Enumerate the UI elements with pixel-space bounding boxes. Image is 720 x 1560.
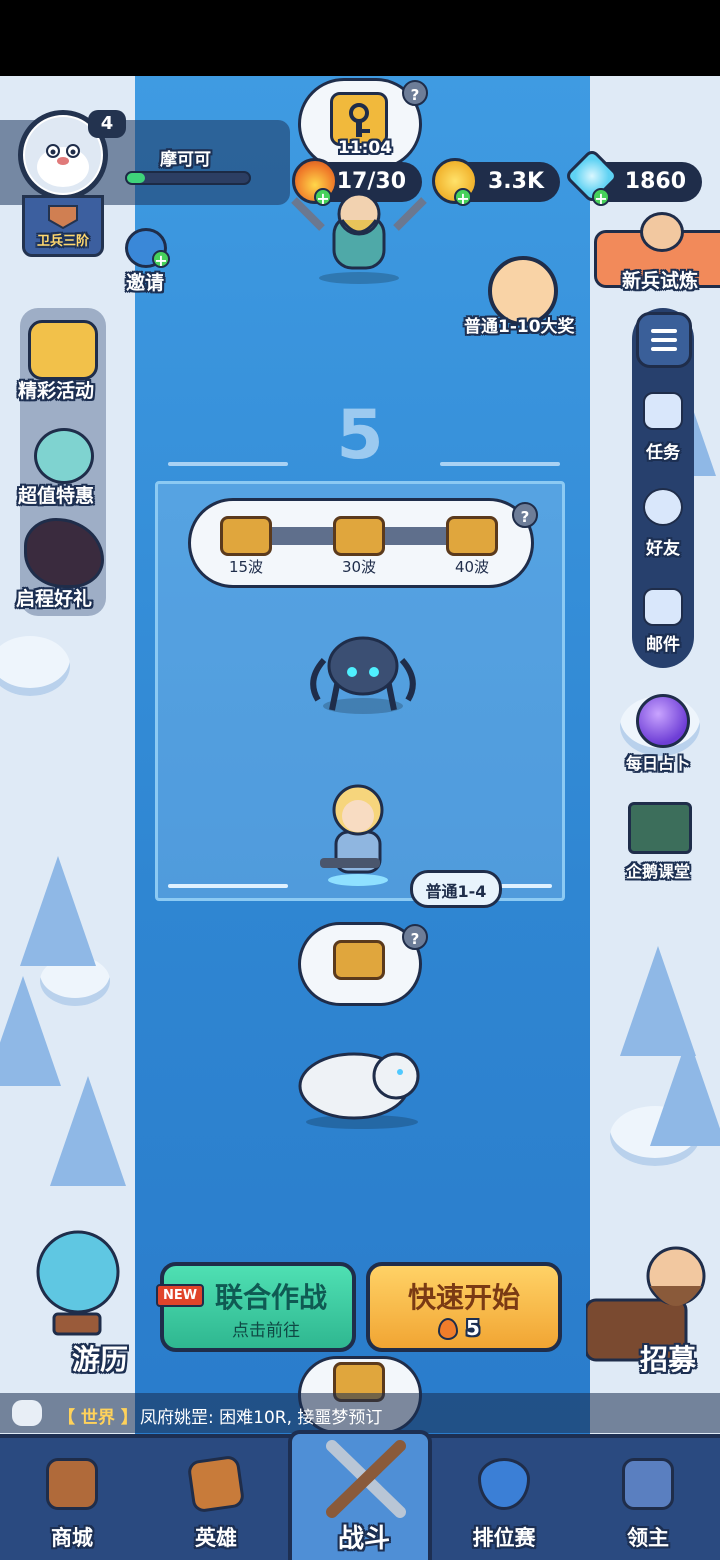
- chat-channel: 【 世界 】: [58, 1408, 138, 1428]
- stage-number: 5: [336, 396, 384, 475]
- spider-boss-sprite: [304, 620, 422, 718]
- nav-ranked-label: 排位赛: [472, 1526, 536, 1550]
- status-bar: [0, 0, 720, 76]
- deal-clock-icon[interactable]: [34, 428, 94, 484]
- grand-prize-label[interactable]: 普通1-10大奖: [464, 312, 575, 337]
- shop-stall-icon: [46, 1458, 98, 1510]
- nav-lord-label: 领主: [627, 1526, 669, 1550]
- wave-label: 15波: [228, 558, 264, 576]
- rank-label: 卫兵三阶: [36, 234, 89, 249]
- stage-tag-label: 普通1-4: [425, 882, 487, 901]
- quest-clipboard-icon[interactable]: [643, 392, 683, 430]
- event-chest-icon[interactable]: [28, 320, 98, 380]
- gold-plus-button[interactable]: +: [454, 188, 472, 207]
- daily-fortune-label[interactable]: 每日占卜: [626, 750, 690, 774]
- nav-battle[interactable]: 战斗: [288, 1430, 432, 1560]
- polar-bear-sprite: [292, 1030, 432, 1130]
- chat-bubble-icon[interactable]: [12, 1400, 42, 1426]
- travel-label[interactable]: 游历: [72, 1338, 128, 1378]
- key-timer: 11:04: [337, 138, 393, 158]
- pine-tree: [50, 1076, 126, 1186]
- right-menu-friends-label[interactable]: 好友: [632, 534, 694, 559]
- trial-warrior-icon: [640, 212, 684, 252]
- panel-divider-line: [500, 884, 552, 888]
- nav-lord[interactable]: 领主: [576, 1434, 720, 1560]
- wave-help-icon[interactable]: ?: [512, 502, 538, 528]
- gem-plus-button[interactable]: +: [592, 188, 610, 207]
- crystal-ball-icon[interactable]: [636, 694, 690, 748]
- hot-air-balloon-icon[interactable]: [20, 1228, 124, 1340]
- wave-chest-icon[interactable]: [220, 516, 272, 556]
- friends-icon[interactable]: [643, 488, 683, 526]
- nav-heroes-label: 英雄: [195, 1526, 237, 1550]
- coop-button-title: 联合作战: [214, 1281, 327, 1314]
- nav-battle-label: 战斗: [337, 1524, 390, 1554]
- next-help-icon[interactable]: ?: [402, 924, 428, 950]
- left-menu-events-label[interactable]: 精彩活动: [18, 376, 94, 403]
- viking-hero-sprite: [284, 186, 434, 284]
- coop-button-subtitle: 点击前往: [232, 1321, 300, 1341]
- wave-label: 30波: [341, 558, 377, 576]
- player-level-badge: 4: [88, 110, 126, 138]
- pine-tree: [650, 1036, 720, 1146]
- stage-divider-line: [440, 462, 560, 466]
- hamburger-menu-icon[interactable]: [636, 312, 692, 368]
- trial-label: 新兵试炼: [622, 270, 699, 292]
- next-chest-icon[interactable]: [333, 940, 385, 980]
- pine-tree: [20, 856, 96, 966]
- nav-heroes[interactable]: 英雄: [144, 1434, 288, 1560]
- quick-cost-flame-icon: [438, 1318, 458, 1340]
- gold-value: 3.3K: [487, 169, 544, 194]
- nav-ranked[interactable]: 排位赛: [432, 1434, 576, 1560]
- nav-shop-label: 商城: [51, 1526, 93, 1550]
- ranked-shield-icon: [478, 1458, 530, 1510]
- gem-value: 1860: [624, 169, 686, 194]
- invite-plus-icon: +: [152, 250, 170, 269]
- chat-message: 凤府姚罡: 困难10R, 接噩梦预订: [140, 1408, 383, 1428]
- stage-divider-line: [168, 462, 288, 466]
- invite-label[interactable]: 邀请: [126, 268, 164, 295]
- wave-chest-icon[interactable]: [446, 516, 498, 556]
- penguin-classroom-icon[interactable]: [628, 802, 692, 854]
- recruit-label[interactable]: 招募: [640, 1338, 696, 1378]
- quick-button-cost: 5: [466, 1316, 480, 1340]
- wave-label: 40波: [454, 558, 490, 576]
- crossed-swords-icon: [326, 1440, 406, 1518]
- wave-chest-icon[interactable]: [333, 516, 385, 556]
- mail-envelope-icon[interactable]: [643, 588, 683, 626]
- hero-card-icon: [186, 1454, 246, 1514]
- penguin-class-label[interactable]: 企鹅课堂: [626, 858, 690, 882]
- right-menu-quest-label[interactable]: 任务: [632, 438, 694, 463]
- xp-progress-fill: [127, 173, 146, 183]
- xp-progress-bar: [125, 171, 251, 185]
- key-help-icon[interactable]: ?: [402, 80, 428, 106]
- left-menu-gift-label[interactable]: 启程好礼: [16, 584, 92, 611]
- nav-shop[interactable]: 商城: [0, 1434, 144, 1560]
- lord-banner-icon: [622, 1458, 674, 1510]
- player-name: 摩可可: [160, 150, 211, 170]
- panel-divider-line: [168, 884, 288, 888]
- right-menu-mail-label[interactable]: 邮件: [632, 630, 694, 655]
- left-menu-deals-label[interactable]: 超值特惠: [18, 481, 94, 508]
- blonde-hero-sprite: [318, 776, 398, 888]
- quick-button-title: 快速开始: [407, 1281, 520, 1314]
- pine-tree: [0, 976, 61, 1086]
